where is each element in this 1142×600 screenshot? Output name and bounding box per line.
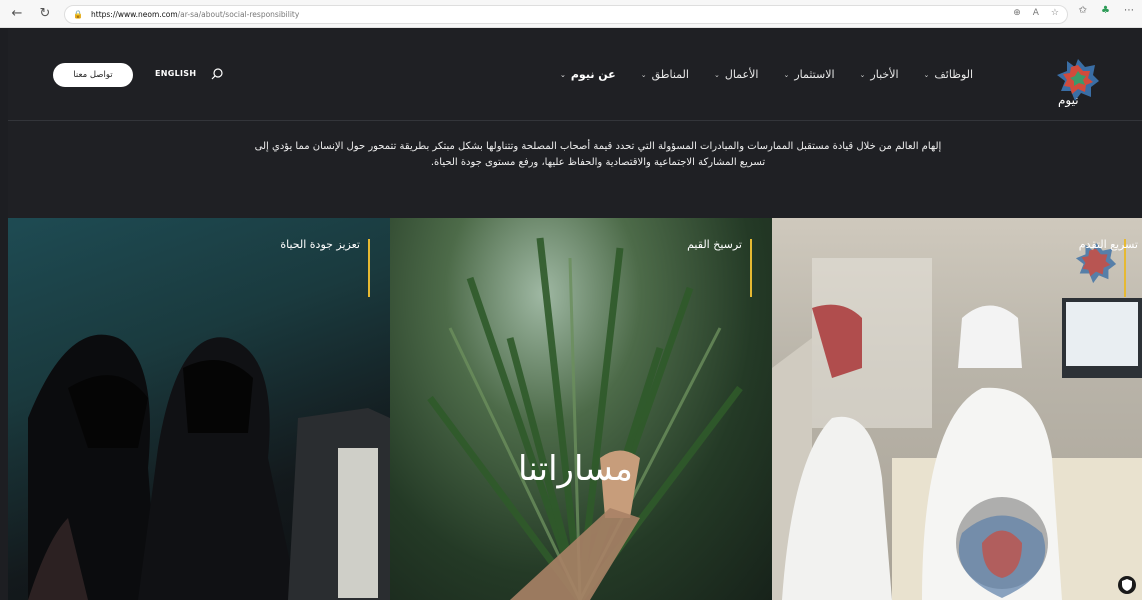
panel-title: تسريع التقدم [1078,238,1138,251]
section-title: مساراتنا [518,449,633,489]
browser-toolbar: ← ↻ 🔒 https://www.neom.com /ar-sa/about/… [0,0,1142,28]
pillar-panel-values[interactable]: ترسيخ القيم [390,218,772,600]
menu-label: الأخبار [870,68,899,81]
search-icon[interactable] [210,67,224,81]
favorite-icon[interactable]: ☆ [1051,8,1059,18]
menu-label: عن نيوم [570,68,616,81]
favorites-icon[interactable]: ✩ [1079,5,1087,16]
menu-item-regions[interactable]: المناطق ⌄ [641,68,689,81]
palm-plant-photo-icon [427,237,743,600]
extension-icon[interactable]: ♣ [1101,5,1110,16]
chevron-down-icon: ⌄ [923,70,930,79]
page: تواصل معنا ENGLISH عن نيوم ⌄ المناطق ⌄ ا… [8,29,1142,600]
privacy-shield-icon[interactable] [1118,576,1136,594]
chevron-down-icon: ⌄ [560,70,566,79]
zoom-icon[interactable]: ⊕ [1013,8,1021,18]
menu-item-news[interactable]: الأخبار ⌄ [860,68,899,81]
contact-button[interactable]: تواصل معنا [53,63,133,87]
pillars-section: تعزيز جودة الحياة ترسيخ القيم تسريع التق… [8,218,1142,600]
site-header: تواصل معنا ENGLISH عن نيوم ⌄ المناطق ⌄ ا… [8,29,1142,121]
read-aloud-icon[interactable]: A [1033,8,1039,18]
menu-item-investment[interactable]: الاستثمار ⌄ [783,68,834,81]
intro-line-2: تسريع المشاركة الاجتماعية والاقتصادية وا… [430,157,766,168]
address-bar[interactable]: 🔒 https://www.neom.com /ar-sa/about/soci… [64,5,1068,24]
menu-label: المناطق [651,68,689,81]
logo-text: نيوم [1058,93,1079,107]
pillar-panel-progress[interactable]: تسريع التقدم [772,218,1142,600]
more-icon[interactable]: ⋯ [1124,5,1134,16]
chevron-down-icon: ⌄ [783,70,790,79]
url-host: https://www.neom.com [91,10,178,19]
back-icon[interactable]: ← [6,3,28,25]
chevron-down-icon: ⌄ [640,70,647,79]
menu-label: الأعمال [724,68,759,81]
chevron-down-icon: ⌄ [859,70,866,79]
menu-label: الاستثمار [794,68,835,81]
panel-accent-bar [368,239,370,297]
pillar-panel-quality-of-life[interactable]: تعزيز جودة الحياة [8,218,390,600]
main-menu: عن نيوم ⌄ المناطق ⌄ الأعمال ⌄ الاستثمار … [560,68,973,81]
panel-title: ترسيخ القيم [687,238,742,251]
menu-item-about[interactable]: عن نيوم ⌄ [560,68,616,81]
panel-accent-bar [750,239,752,297]
menu-item-business[interactable]: الأعمال ⌄ [714,68,758,81]
reload-icon[interactable]: ↻ [34,3,56,25]
intro-line-1: إلهام العالم من خلال قيادة مستقبل الممار… [254,141,942,152]
panel-title: تعزيز جودة الحياة [280,238,360,251]
url-path: /ar-sa/about/social-responsibility [177,10,300,19]
women-photo-icon [28,334,390,600]
language-switch[interactable]: ENGLISH [155,69,196,78]
chevron-down-icon: ⌄ [713,70,720,79]
menu-item-careers[interactable]: الوظائف ⌄ [924,68,974,81]
intro-text: إلهام العالم من خلال قيادة مستقبل الممار… [208,139,988,171]
menu-label: الوظائف [934,68,974,81]
lock-icon: 🔒 [73,10,83,19]
